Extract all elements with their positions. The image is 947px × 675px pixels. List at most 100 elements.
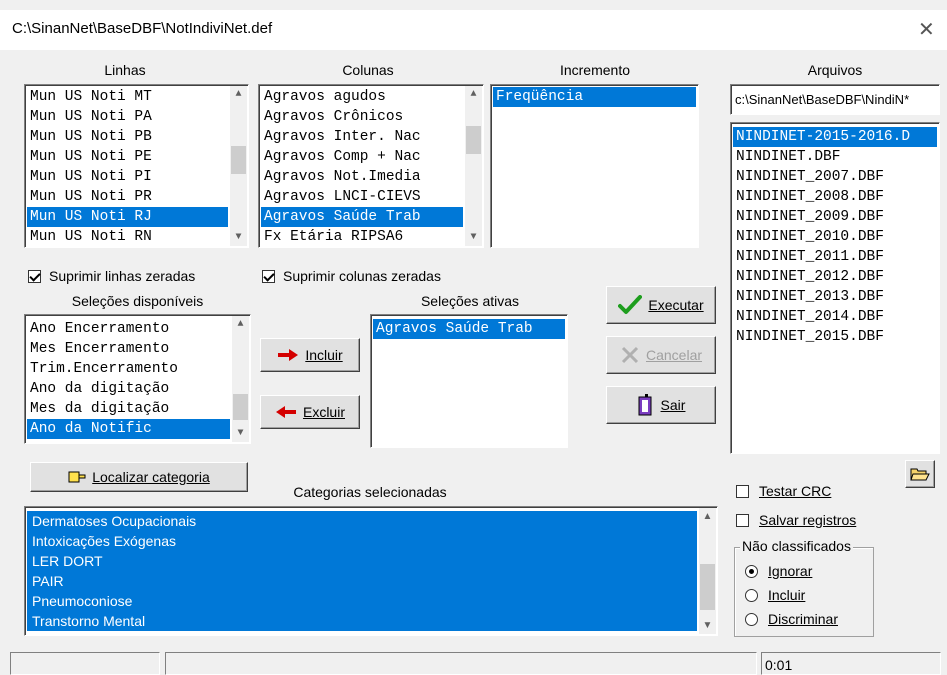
disp-scrollbar[interactable]: ▲ ▼ (232, 316, 249, 442)
list-item[interactable]: NINDINET_2011.DBF (733, 247, 937, 267)
list-item[interactable]: Mun US Noti PI (27, 167, 228, 187)
list-item[interactable]: Agravos Not.Imedia (261, 167, 463, 187)
radio-circle[interactable] (745, 612, 758, 626)
scroll-up-icon[interactable]: ▲ (699, 508, 716, 525)
radio-incluir[interactable]: Incluir (745, 587, 805, 603)
list-item[interactable]: Agravos Inter. Nac (261, 127, 463, 147)
list-item[interactable]: Fx Etária RIPSA6 (261, 227, 463, 247)
checkbox-box[interactable] (736, 513, 749, 527)
excluir-button[interactable]: Excluir (260, 395, 360, 429)
executar-button[interactable]: Executar (606, 286, 716, 324)
list-item[interactable]: NINDINET_2013.DBF (733, 287, 937, 307)
open-folder-button[interactable] (905, 460, 935, 488)
list-item[interactable]: Agravos Comp + Nac (261, 147, 463, 167)
scroll-down-icon[interactable]: ▼ (699, 617, 716, 634)
list-item[interactable]: Mun US Noti PE (27, 147, 228, 167)
list-item[interactable]: Mes Encerramento (27, 339, 230, 359)
list-item[interactable]: Intoxicações Exógenas (27, 531, 697, 551)
list-item[interactable]: Mun US Noti RJ (27, 207, 228, 227)
selecoes-disponiveis-listbox[interactable]: Ano Encerramento Mes Encerramento Trim.Enc… (24, 314, 251, 444)
incremento-listbox[interactable]: Freqüência (490, 84, 699, 248)
scroll-thumb[interactable] (700, 564, 715, 610)
arquivos-listbox[interactable]: NINDINET-2015-2016.D NINDINET.DBF NINDINET… (730, 122, 940, 454)
incluir-button[interactable]: Incluir (260, 338, 360, 372)
cancelar-button[interactable]: Cancelar (606, 336, 716, 374)
list-item[interactable]: NINDINET.DBF (733, 147, 937, 167)
list-item[interactable]: Mes da digitação (27, 399, 230, 419)
linhas-scrollbar[interactable]: ▲ ▼ (230, 86, 247, 246)
selecoes-disponiveis-label: Seleções disponíveis (71, 293, 204, 309)
list-item[interactable]: NINDINET_2009.DBF (733, 207, 937, 227)
radio-circle[interactable] (745, 564, 758, 578)
list-item[interactable]: NINDINET_2014.DBF (733, 307, 937, 327)
sair-button[interactable]: Sair (606, 386, 716, 424)
list-item[interactable]: Agravos Crônicos (261, 107, 463, 127)
list-item[interactable]: Agravos Saúde Trab (261, 207, 463, 227)
radio-label: Ignorar (768, 563, 813, 579)
list-item[interactable]: NINDINET_2008.DBF (733, 187, 937, 207)
list-item[interactable]: Mun US Noti PA (27, 107, 228, 127)
close-icon[interactable]: ✕ (918, 20, 935, 40)
categorias-listbox[interactable]: Dermatoses Ocupacionais Intoxicações Exóg… (24, 506, 718, 636)
radio-ignorar[interactable]: Ignorar (745, 563, 812, 579)
status-time: 0:01 (761, 652, 941, 675)
categorias-scrollbar[interactable]: ▲ ▼ (699, 508, 716, 634)
arquivos-path-field[interactable]: c:\SinanNet\BaseDBF\NindiN* (730, 84, 940, 115)
list-item[interactable]: PAIR (27, 571, 697, 591)
suprimir-colunas-checkbox[interactable]: Suprimir colunas zeradas (262, 268, 441, 284)
incremento-label: Incremento (559, 62, 631, 78)
list-item[interactable]: NINDINET_2012.DBF (733, 267, 937, 287)
list-item[interactable]: Ano da digitação (27, 379, 230, 399)
list-item[interactable]: Mun US Noti MT (27, 87, 228, 107)
categorias-label: Categorias selecionadas (293, 484, 447, 500)
list-item[interactable]: NINDINET_2007.DBF (733, 167, 937, 187)
scroll-thumb[interactable] (233, 394, 248, 420)
list-item[interactable]: LER DORT (27, 551, 697, 571)
checkbox-label: Suprimir linhas zeradas (49, 268, 196, 284)
list-item[interactable]: NINDINET-2015-2016.D (733, 127, 937, 147)
checkbox-box[interactable] (28, 269, 41, 283)
salvar-registros-checkbox[interactable]: Salvar registros (736, 512, 856, 528)
list-item[interactable]: Agravos LNCI-CIEVS (261, 187, 463, 207)
scroll-up-icon[interactable]: ▲ (230, 86, 247, 103)
linhas-listbox[interactable]: Mun US Noti MT Mun US Noti PA Mun US Noti … (24, 84, 249, 248)
scroll-up-icon[interactable]: ▲ (232, 316, 249, 333)
localizar-categoria-button[interactable]: Localizar categoria (30, 462, 248, 492)
list-item[interactable]: Mun US Noti PR (27, 187, 228, 207)
suprimir-linhas-checkbox[interactable]: Suprimir linhas zeradas (28, 268, 195, 284)
colunas-scrollbar[interactable]: ▲ ▼ (465, 86, 482, 246)
list-item[interactable]: Transtorno Mental (27, 611, 697, 631)
scroll-thumb[interactable] (466, 126, 481, 154)
excluir-label: Excluir (302, 404, 345, 420)
radio-label: Discriminar (768, 611, 838, 627)
scroll-down-icon[interactable]: ▼ (230, 229, 247, 246)
list-item[interactable]: Pneumoconiose (27, 591, 697, 611)
list-item[interactable]: NINDINET_2015.DBF (733, 327, 937, 347)
open-folder-icon (910, 468, 930, 481)
selecoes-ativas-listbox[interactable]: Agravos Saúde Trab (370, 314, 568, 448)
list-item[interactable]: Agravos Saúde Trab (373, 319, 565, 339)
scroll-thumb[interactable] (231, 146, 246, 174)
status-pane-2 (165, 652, 757, 675)
colunas-listbox[interactable]: Agravos agudos Agravos Crônicos Agravos In… (258, 84, 484, 248)
list-item[interactable]: Ano Encerramento (27, 319, 230, 339)
status-pane-1 (10, 652, 160, 675)
scroll-down-icon[interactable]: ▼ (232, 425, 249, 442)
radio-discriminar[interactable]: Discriminar (745, 611, 838, 627)
list-item[interactable]: NINDINET_2010.DBF (733, 227, 937, 247)
testar-crc-checkbox[interactable]: Testar CRC (736, 483, 831, 499)
checkbox-box[interactable] (262, 269, 275, 283)
list-item[interactable]: Mun US Noti RN (27, 227, 228, 247)
list-item[interactable]: Trim.Encerramento (27, 359, 230, 379)
checkbox-box[interactable] (736, 484, 749, 498)
scroll-down-icon[interactable]: ▼ (465, 229, 482, 246)
list-item[interactable]: Freqüência (493, 87, 696, 107)
list-item[interactable]: Ano da Notific (27, 419, 230, 439)
list-item[interactable]: Dermatoses Ocupacionais (27, 511, 697, 531)
localizar-label: Localizar categoria (92, 469, 210, 485)
scroll-up-icon[interactable]: ▲ (465, 86, 482, 103)
list-item[interactable]: Mun US Noti PB (27, 127, 228, 147)
radio-circle[interactable] (745, 588, 758, 602)
list-item[interactable]: Agravos agudos (261, 87, 463, 107)
arquivos-label: Arquivos (807, 62, 863, 78)
